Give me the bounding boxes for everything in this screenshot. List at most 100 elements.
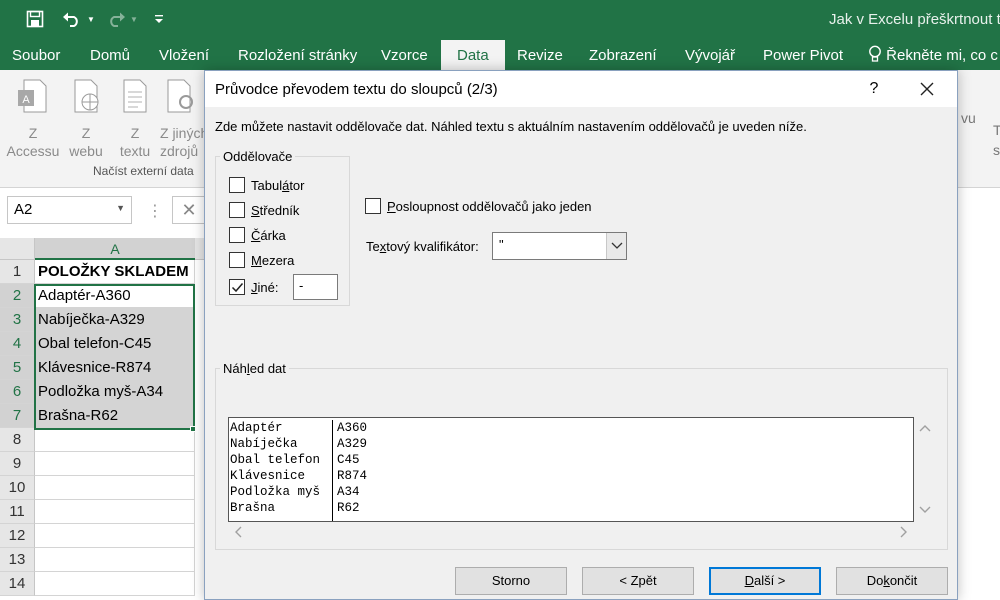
save-icon[interactable] [22, 6, 48, 32]
consecutive-delimiters-label: Posloupnost oddělovačů jako jeden [387, 198, 592, 214]
row-header[interactable]: 14 [0, 572, 35, 596]
cell[interactable] [35, 452, 195, 476]
scroll-right-icon[interactable] [900, 526, 907, 538]
cell[interactable]: Klávesnice-R874 [35, 356, 195, 380]
delimiter-other-checkbox[interactable] [229, 279, 245, 295]
cell[interactable] [35, 500, 195, 524]
row-header[interactable]: 11 [0, 500, 35, 524]
row-header[interactable]: 12 [0, 524, 35, 548]
delimiter-comma-checkbox[interactable] [229, 227, 245, 243]
customize-qat-icon[interactable] [152, 6, 166, 32]
preview-cell: A360 [337, 421, 368, 435]
scroll-left-icon[interactable] [235, 526, 242, 538]
name-box-dropdown-icon[interactable]: ▼ [116, 203, 125, 213]
tab-domu[interactable]: Domů [90, 40, 130, 70]
cell[interactable]: POLOŽKY SKLADEM [35, 260, 195, 284]
row-header[interactable]: 8 [0, 428, 35, 452]
tab-revize[interactable]: Revize [517, 40, 563, 70]
delimiter-semicolon-label: Středník [251, 202, 300, 218]
fill-handle[interactable] [190, 426, 196, 432]
column-header-a[interactable]: A [35, 238, 195, 260]
undo-dropdown-icon[interactable]: ▼ [86, 6, 96, 32]
text-line1: Z [130, 125, 140, 141]
row-header[interactable]: 10 [0, 476, 35, 500]
other-sources-icon [167, 79, 193, 113]
cell[interactable]: Nabíječka-A329 [35, 308, 195, 332]
get-data-text-button[interactable]: Z textu [115, 78, 155, 160]
cell[interactable] [35, 548, 195, 572]
name-box-value: A2 [14, 201, 33, 218]
consecutive-delimiters-option[interactable]: Posloupnost oddělovačů jako jeden [365, 197, 592, 215]
close-button[interactable] [913, 75, 941, 103]
row-header[interactable]: 1 [0, 260, 35, 284]
tab-rozlozeni-stranky[interactable]: Rozložení stránky [238, 40, 357, 70]
help-button[interactable]: ? [863, 77, 885, 101]
tab-vlozeni[interactable]: Vložení [159, 40, 209, 70]
access-line1: Z [28, 125, 38, 141]
data-preview[interactable]: Adaptér Nabíječka Obal telefon Klávesnic… [228, 417, 914, 522]
web-line1: Z [81, 125, 91, 141]
finish-button[interactable]: Dokončit [836, 567, 948, 595]
cell[interactable]: Adaptér-A360 [35, 284, 195, 308]
row-header[interactable]: 4 [0, 332, 35, 356]
preview-vertical-scrollbar[interactable] [914, 417, 936, 522]
tab-power-pivot[interactable]: Power Pivot [763, 40, 843, 70]
row-header[interactable]: 13 [0, 548, 35, 572]
tell-me-search[interactable]: Řekněte mi, co c [868, 40, 998, 70]
delimiter-tab-option[interactable]: Tabulátor [229, 176, 304, 194]
tab-zobrazeni[interactable]: Zobrazení [589, 40, 657, 70]
scroll-down-icon[interactable] [919, 506, 931, 513]
delimiter-space-checkbox[interactable] [229, 252, 245, 268]
cell[interactable]: Obal telefon-C45 [35, 332, 195, 356]
cancel-formula-icon[interactable]: ✕ [172, 196, 206, 224]
formula-splitter-icon[interactable]: ⋮ [147, 201, 163, 221]
tab-vyvojar[interactable]: Vývojář [685, 40, 735, 70]
row-header[interactable]: 5 [0, 356, 35, 380]
tab-vzorce[interactable]: Vzorce [381, 40, 428, 70]
get-data-access-button[interactable]: A Z Accessu [4, 78, 62, 160]
preview-horizontal-scrollbar[interactable] [228, 522, 914, 542]
tab-data[interactable]: Data [441, 40, 505, 70]
undo-icon[interactable] [60, 6, 84, 32]
ribbon-fragment-1: vu [961, 110, 976, 126]
redo-icon[interactable] [104, 6, 128, 32]
preview-cell: R874 [337, 469, 368, 483]
get-data-web-button[interactable]: Z webu [64, 78, 108, 160]
preview-column-2[interactable]: A360 A329 C45 R874 A34 R62 [334, 420, 367, 516]
delimiter-other-option[interactable]: Jiné: [229, 278, 278, 296]
redo-dropdown-icon[interactable]: ▼ [129, 6, 139, 32]
delimiter-comma-option[interactable]: Čárka [229, 226, 286, 244]
other-delimiter-input[interactable]: - [293, 274, 338, 300]
cell[interactable] [35, 524, 195, 548]
cell[interactable] [35, 428, 195, 452]
ribbon-tabs: Soubor Domů Vložení Rozložení stránky Vz… [0, 40, 1000, 70]
delimiter-tab-checkbox[interactable] [229, 177, 245, 193]
get-data-other-sources-button[interactable]: Z jiných zdrojů [160, 78, 204, 160]
other-line1: Z jiných [160, 125, 204, 141]
cell[interactable] [35, 572, 195, 596]
row-header[interactable]: 6 [0, 380, 35, 404]
preview-column-1[interactable]: Adaptér Nabíječka Obal telefon Klávesnic… [229, 420, 333, 521]
cell[interactable] [35, 476, 195, 500]
chevron-down-icon[interactable] [606, 233, 626, 259]
select-all-corner[interactable] [0, 238, 35, 260]
row-header[interactable]: 2 [0, 284, 35, 308]
consecutive-delimiters-checkbox[interactable] [365, 198, 381, 214]
name-box[interactable]: A2 ▼ [7, 196, 132, 224]
dialog-title-bar[interactable]: Průvodce převodem textu do sloupců (2/3)… [205, 71, 957, 107]
delimiter-semicolon-option[interactable]: Středník [229, 201, 299, 219]
back-button[interactable]: < Zpět [582, 567, 694, 595]
next-button[interactable]: Další > [709, 567, 821, 595]
close-icon [920, 82, 934, 96]
row-header[interactable]: 9 [0, 452, 35, 476]
scroll-up-icon[interactable] [919, 425, 931, 432]
row-header[interactable]: 3 [0, 308, 35, 332]
tab-soubor[interactable]: Soubor [12, 40, 60, 70]
delimiter-space-option[interactable]: Mezera [229, 251, 294, 269]
delimiter-semicolon-checkbox[interactable] [229, 202, 245, 218]
text-qualifier-select[interactable]: " [492, 232, 627, 260]
cell[interactable]: Brašna-R62 [35, 404, 195, 428]
cell[interactable]: Podložka myš-A34 [35, 380, 195, 404]
cancel-button[interactable]: Storno [455, 567, 567, 595]
row-header[interactable]: 7 [0, 404, 35, 428]
